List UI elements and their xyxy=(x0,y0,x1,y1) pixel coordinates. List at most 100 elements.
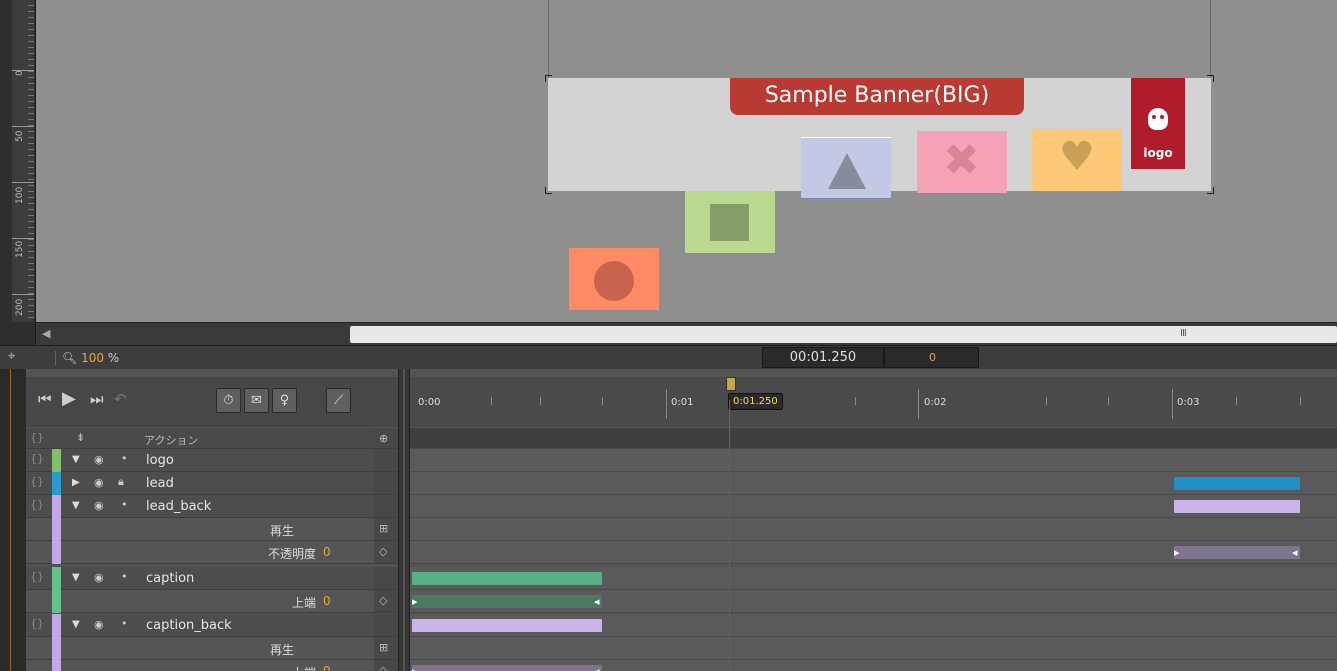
layer-row-logo[interactable]: {} ▼ ◉ • logo xyxy=(26,449,1337,472)
layer-row-caption[interactable]: {} ▼ ◉ • caption xyxy=(26,567,1337,590)
layer-name[interactable]: caption_back xyxy=(146,618,232,633)
property-track[interactable]: ▸ ◂ xyxy=(410,541,1337,564)
braces-icon[interactable]: {} xyxy=(30,475,44,488)
current-time-field[interactable]: 00:01.250 xyxy=(762,347,884,368)
add-keyframe-icon[interactable]: ⊞ xyxy=(379,522,388,535)
sort-icon[interactable]: ⇟ xyxy=(76,431,85,444)
property-value[interactable]: 0 xyxy=(323,664,331,671)
square-card[interactable] xyxy=(685,191,775,253)
property-label: 不透明度 xyxy=(267,547,316,561)
stopwatch-icon[interactable]: ⏱ xyxy=(216,388,241,413)
horizontal-scrollbar[interactable]: ◀ III xyxy=(36,322,1337,345)
layer-name-cell[interactable]: {} ▼ ◉ • logo xyxy=(26,449,374,472)
easing-curve-icon[interactable]: ⟋ xyxy=(326,388,351,413)
heart-card[interactable]: ♥ xyxy=(1032,129,1122,191)
lock-toggle[interactable]: • xyxy=(121,452,128,465)
animation-bar[interactable] xyxy=(1174,500,1300,513)
scroll-left-icon[interactable]: ◀ xyxy=(42,327,50,340)
property-value[interactable]: 0 xyxy=(323,545,331,559)
zoom-control[interactable]: 🔍︎ 100 % xyxy=(62,351,119,365)
zoom-value[interactable]: 100 xyxy=(81,351,104,365)
layer-name-cell[interactable]: {} ▼ ◉ • lead_back xyxy=(26,495,374,518)
layer-track[interactable] xyxy=(410,614,1337,637)
corner-handle[interactable] xyxy=(545,75,552,82)
lock-toggle[interactable]: • xyxy=(121,498,128,511)
scroll-thumb[interactable]: III xyxy=(350,326,1337,343)
keyframe-diamond-icon[interactable]: ◇ xyxy=(379,545,387,558)
keyframe-diamond-icon[interactable]: ◇ xyxy=(379,594,387,607)
layer-name-cell[interactable]: {} ▼ ◉ • caption_back xyxy=(26,614,374,637)
time-label: 0:00 xyxy=(418,397,441,408)
tween-bar[interactable] xyxy=(412,665,602,671)
logo-element[interactable]: logo xyxy=(1131,78,1185,169)
animation-bar[interactable] xyxy=(412,619,602,632)
braces-icon[interactable]: {} xyxy=(30,431,44,444)
banner-title[interactable]: Sample Banner(BIG) xyxy=(730,78,1024,115)
layer-name[interactable]: lead xyxy=(146,476,174,491)
eye-icon[interactable]: ◉ xyxy=(94,453,104,466)
chevron-down-icon[interactable]: ▼ xyxy=(72,500,80,511)
triangle-card[interactable] xyxy=(801,137,891,199)
layer-track[interactable] xyxy=(410,472,1337,495)
layer-track[interactable] xyxy=(410,567,1337,590)
ruler-mark xyxy=(12,182,34,183)
layer-track[interactable] xyxy=(410,449,1337,472)
keyframe-nav-icon[interactable]: ⊕ xyxy=(379,432,388,445)
add-keyframe-icon[interactable]: ⊞ xyxy=(379,641,388,654)
marker-icon[interactable]: ♀ xyxy=(272,388,297,413)
keyframe-end-icon[interactable]: ◂ xyxy=(594,595,600,608)
eye-icon[interactable]: ◉ xyxy=(94,618,104,631)
keyframe-end-icon[interactable]: ◂ xyxy=(594,665,600,671)
animation-bar[interactable] xyxy=(1174,477,1300,490)
property-track[interactable]: ▸ ◂ xyxy=(410,660,1337,671)
chevron-down-icon[interactable]: ▼ xyxy=(72,619,80,630)
eye-icon[interactable]: ◉ xyxy=(94,571,104,584)
braces-icon[interactable]: {} xyxy=(30,617,44,630)
time-ruler[interactable]: 0:00 0:01 0:02 0:03 0:01.250 xyxy=(410,377,1337,427)
layer-name[interactable]: lead_back xyxy=(146,499,211,514)
eye-icon[interactable]: ◉ xyxy=(94,476,104,489)
eye-icon[interactable]: ◉ xyxy=(94,499,104,512)
keyframe-diamond-icon[interactable]: ◇ xyxy=(379,664,387,671)
layer-track[interactable] xyxy=(410,495,1337,518)
stage-canvas[interactable]: 0 50 100 150 200 Sample Banner(BIG) logo xyxy=(0,0,1337,345)
braces-icon[interactable]: {} xyxy=(30,452,44,465)
braces-icon[interactable]: {} xyxy=(30,498,44,511)
chevron-down-icon[interactable]: ▼ xyxy=(72,454,80,465)
lock-toggle[interactable]: • xyxy=(121,617,128,630)
envelope-icon[interactable]: ✉ xyxy=(244,388,269,413)
go-to-end-icon[interactable]: ⏭ xyxy=(90,390,104,408)
layer-row-caption-back[interactable]: {} ▼ ◉ • caption_back xyxy=(26,614,1337,637)
keyframe-end-icon[interactable]: ◂ xyxy=(1292,546,1298,559)
property-value[interactable]: 0 xyxy=(323,594,331,608)
chevron-right-icon[interactable]: ▶ xyxy=(72,477,80,488)
loop-icon[interactable]: ↶ xyxy=(114,390,127,408)
lock-toggle[interactable]: • xyxy=(121,570,128,583)
layer-row-lead[interactable]: {} ▶ ◉ 🔒︎ lead xyxy=(26,472,1337,495)
keyframe-start-icon[interactable]: ▸ xyxy=(412,595,418,608)
corner-handle[interactable] xyxy=(1207,75,1214,82)
lock-icon[interactable]: 🔒︎ xyxy=(118,475,124,489)
circle-card[interactable] xyxy=(569,248,659,310)
go-to-start-icon[interactable]: ⏮ xyxy=(38,390,52,408)
play-icon[interactable]: ▶ xyxy=(62,388,76,409)
layer-name-cell[interactable]: {} ▶ ◉ 🔒︎ lead xyxy=(26,472,374,495)
property-track[interactable]: ▸ ◂ xyxy=(410,590,1337,613)
layer-row-lead-back[interactable]: {} ▼ ◉ • lead_back xyxy=(26,495,1337,518)
crosshair-icon[interactable]: ⌖ xyxy=(8,349,15,364)
playhead-handle[interactable] xyxy=(726,377,736,391)
braces-icon[interactable]: {} xyxy=(30,570,44,583)
tween-bar[interactable] xyxy=(1174,546,1300,559)
keyframe-start-icon[interactable]: ▸ xyxy=(1174,546,1180,559)
corner-handle[interactable] xyxy=(545,187,552,194)
animation-bar[interactable] xyxy=(412,572,602,585)
keyframe-start-icon[interactable]: ▸ xyxy=(412,665,418,671)
chevron-down-icon[interactable]: ▼ xyxy=(72,572,80,583)
frame-field[interactable]: 0 xyxy=(884,347,979,368)
corner-handle[interactable] xyxy=(1207,187,1214,194)
layer-name[interactable]: caption xyxy=(146,571,194,586)
tween-bar[interactable] xyxy=(412,595,602,608)
layer-name[interactable]: logo xyxy=(146,453,174,468)
layer-name-cell[interactable]: {} ▼ ◉ • caption xyxy=(26,567,374,590)
cross-card[interactable]: ✖ xyxy=(917,131,1007,193)
